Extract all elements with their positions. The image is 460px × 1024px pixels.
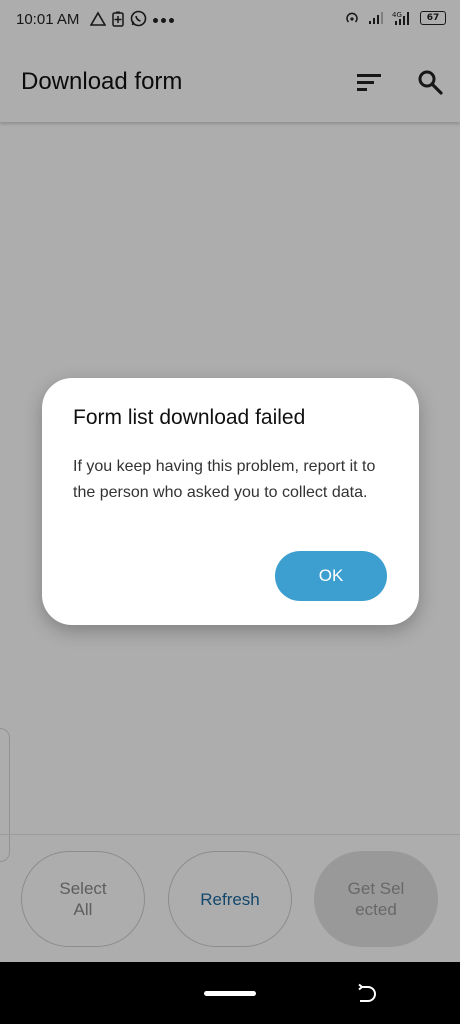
dialog-title: Form list download failed	[73, 406, 306, 429]
error-dialog: Form list download failed If you keep ha…	[42, 378, 419, 625]
home-gesture-handle[interactable]	[204, 991, 256, 996]
app-screen: 10:01 AM 4G 67 Download form Select All …	[0, 0, 460, 962]
navigation-bar	[0, 962, 460, 1024]
dialog-message: If you keep having this problem, report …	[73, 458, 376, 501]
ok-button[interactable]: OK	[275, 551, 387, 601]
back-icon[interactable]	[354, 982, 378, 1006]
